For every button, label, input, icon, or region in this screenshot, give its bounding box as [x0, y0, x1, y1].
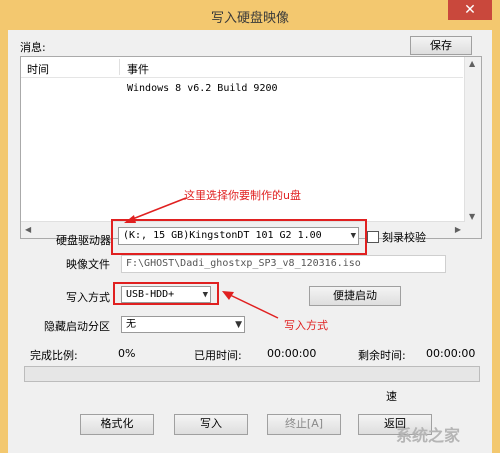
list-header: 时间 事件	[21, 57, 463, 78]
column-event[interactable]: 事件	[127, 61, 149, 77]
title-bar: 写入硬盘映像 ✕	[0, 0, 500, 30]
column-divider	[119, 59, 120, 75]
column-time[interactable]: 时间	[27, 61, 49, 77]
speed-label: 速	[386, 390, 397, 403]
verify-checkbox[interactable]	[367, 231, 379, 243]
write-mode-label: 写入方式	[66, 291, 110, 304]
scroll-up-icon[interactable]: ▲	[469, 59, 475, 68]
message-list[interactable]: 时间 事件 Windows 8 v6.2 Build 9200 ▲ ▼ ◀ ▶	[20, 56, 482, 239]
list-item[interactable]: Windows 8 v6.2 Build 9200	[127, 83, 278, 94]
remaining-value: 00:00:00	[426, 347, 476, 360]
quick-boot-button[interactable]: 便捷启动	[309, 286, 401, 306]
annotation-write-mode-hint: 写入方式	[284, 319, 328, 332]
image-file-value: F:\GHOST\Dadi_ghostxp_SP3_v8_120316.iso	[126, 258, 361, 269]
stop-button[interactable]: 终止[A]	[267, 414, 341, 435]
save-button[interactable]: 保存	[410, 36, 472, 55]
hidden-partition-select[interactable]: 无 ▼	[121, 316, 245, 333]
scroll-left-icon[interactable]: ◀	[25, 225, 31, 234]
annotation-drive-hint: 这里选择你要制作的u盘	[184, 189, 301, 202]
image-file-label: 映像文件	[66, 258, 110, 271]
progress-bar	[24, 366, 480, 382]
write-button[interactable]: 写入	[174, 414, 248, 435]
completion-value: 0%	[118, 347, 136, 360]
drive-label: 硬盘驱动器	[56, 234, 111, 247]
dialog-body: 消息: 保存 时间 事件 Windows 8 v6.2 Build 9200 ▲…	[8, 30, 492, 453]
drive-select[interactable]: (K:, 15 GB)KingstonDT 101 G2 1.00 ▼	[118, 227, 359, 245]
verify-label: 刻录校验	[382, 231, 426, 244]
chevron-down-icon: ▼	[202, 290, 208, 300]
messages-label: 消息:	[20, 41, 46, 54]
elapsed-value: 00:00:00	[267, 347, 317, 360]
image-file-field[interactable]: F:\GHOST\Dadi_ghostxp_SP3_v8_120316.iso	[121, 255, 446, 273]
elapsed-label: 已用时间:	[194, 349, 242, 362]
completion-label: 完成比例:	[30, 349, 78, 362]
window-title: 写入硬盘映像	[210, 11, 289, 26]
hidden-partition-value: 无	[126, 319, 136, 330]
chevron-down-icon: ▼	[235, 320, 242, 330]
format-button[interactable]: 格式化	[80, 414, 154, 435]
scroll-right-icon[interactable]: ▶	[455, 225, 461, 234]
drive-value: (K:, 15 GB)KingstonDT 101 G2 1.00	[123, 230, 322, 241]
vertical-scrollbar[interactable]: ▲ ▼	[464, 57, 481, 223]
scroll-down-icon[interactable]: ▼	[469, 212, 475, 221]
write-mode-value: USB-HDD+	[126, 289, 175, 300]
watermark-logo: 系统之家	[396, 426, 461, 445]
hidden-partition-label: 隐藏启动分区	[44, 320, 110, 333]
chevron-down-icon: ▼	[350, 231, 356, 241]
scroll-corner	[465, 222, 481, 238]
close-button[interactable]: ✕	[448, 0, 492, 20]
remaining-label: 剩余时间:	[358, 349, 406, 362]
write-mode-select[interactable]: USB-HDD+ ▼	[121, 286, 211, 303]
